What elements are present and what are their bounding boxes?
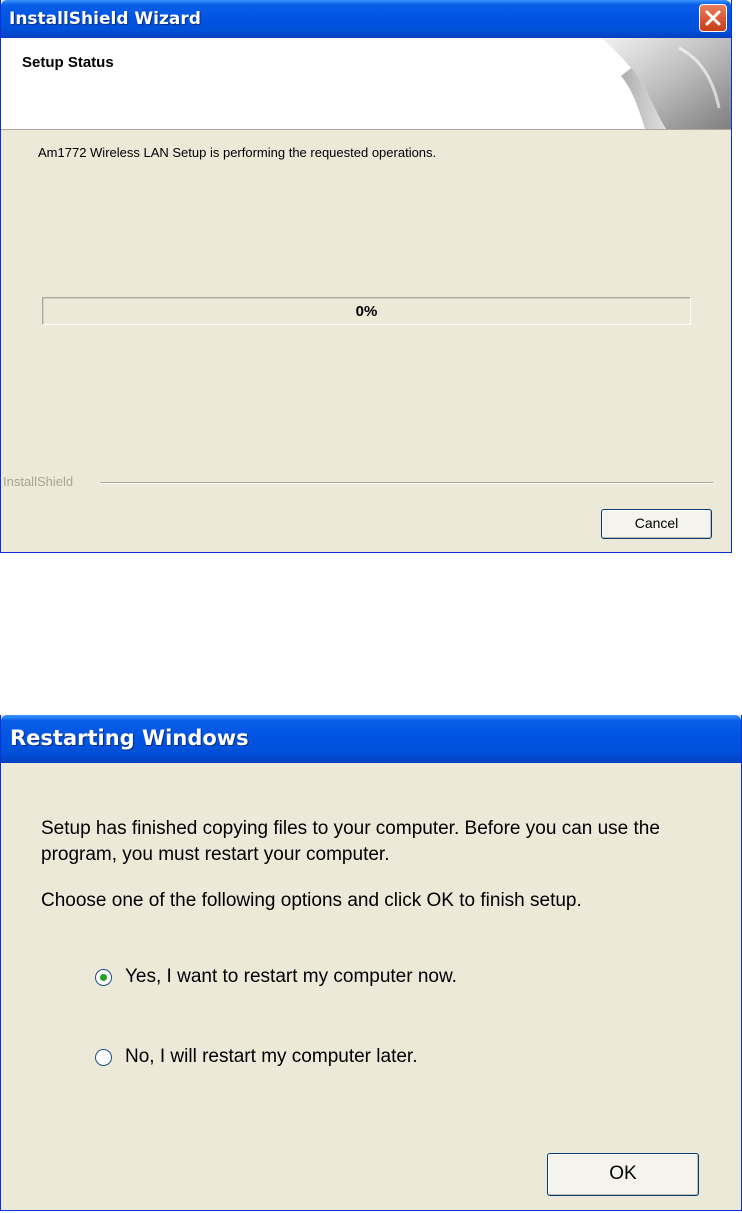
installshield-brand-label: InstallShield (3, 474, 74, 489)
title-bar[interactable]: Restarting Windows (1, 715, 741, 763)
close-icon (705, 10, 721, 26)
status-message: Am1772 Wireless LAN Setup is performing … (38, 145, 437, 160)
progress-bar: 0% (42, 297, 691, 325)
window-title: InstallShield Wizard (9, 9, 201, 29)
radio-selected-dot (100, 973, 107, 981)
cancel-button[interactable]: Cancel (601, 509, 712, 539)
close-button[interactable] (699, 4, 727, 32)
divider (100, 482, 713, 484)
ok-button[interactable]: OK (547, 1153, 699, 1196)
radio-label: No, I will restart my computer later. (125, 1046, 418, 1067)
radio-option-restart-later[interactable]: No, I will restart my computer later. (95, 1045, 417, 1069)
title-bar[interactable]: InstallShield Wizard (1, 0, 731, 38)
installshield-wizard-window: InstallShield Wizard Setup Status Am1772… (0, 0, 732, 553)
radio-button[interactable] (95, 1048, 112, 1066)
radio-label: Yes, I want to restart my computer now. (125, 966, 457, 987)
radio-option-restart-now[interactable]: Yes, I want to restart my computer now. (95, 965, 457, 989)
finished-message: Setup has finished copying files to your… (41, 818, 660, 865)
window-title: Restarting Windows (10, 726, 249, 750)
page-curl-graphic (601, 38, 731, 129)
instruction-message: Choose one of the following options and … (41, 890, 582, 911)
header-title: Setup Status (22, 54, 114, 71)
radio-button[interactable] (95, 968, 112, 986)
restarting-windows-dialog: Restarting Windows Setup has finished co… (0, 715, 742, 1211)
progress-percent-label: 0% (355, 303, 378, 320)
header-band: Setup Status (1, 38, 731, 130)
